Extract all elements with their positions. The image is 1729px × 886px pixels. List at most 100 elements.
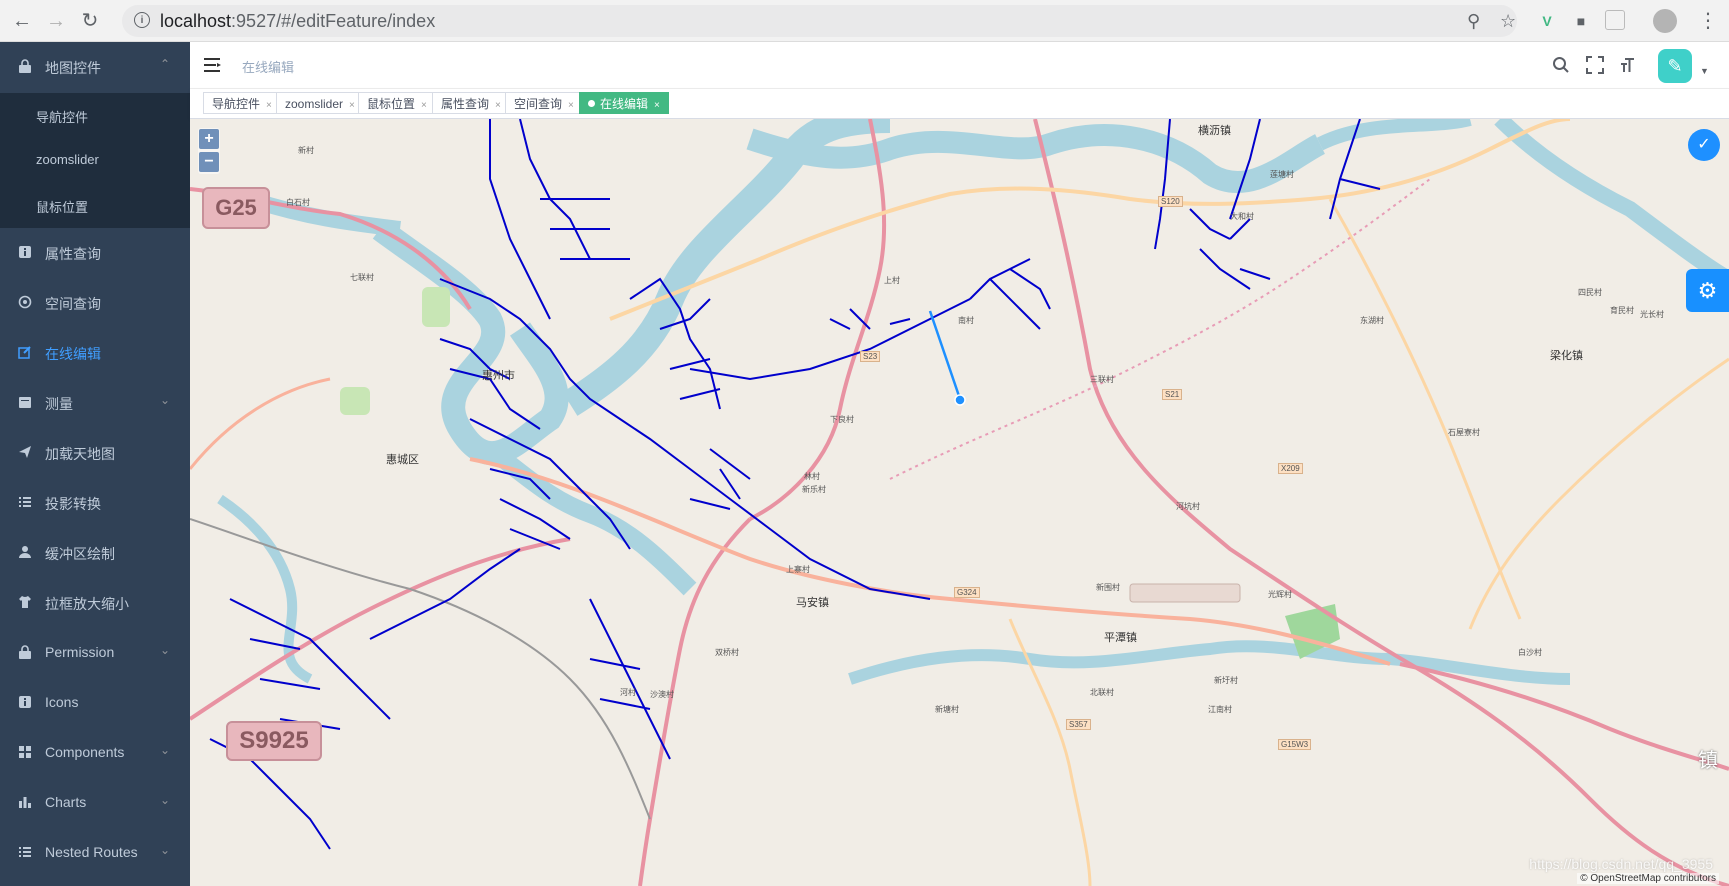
tag-zoomslider[interactable]: zoomslider × — [276, 92, 364, 114]
info-icon — [19, 246, 31, 258]
tag-attribute-query[interactable]: 属性查询 × — [432, 92, 510, 114]
user-avatar[interactable]: ✎ — [1658, 49, 1692, 83]
menu-label: Nested Routes — [45, 844, 138, 860]
close-icon[interactable]: × — [568, 100, 574, 111]
reload-icon[interactable]: ↻ — [78, 9, 102, 33]
watermark: https://blog.csdn.net/qq_3955 — [1529, 856, 1713, 872]
menu-map-controls[interactable]: 地图控件 ⌃ — [0, 42, 190, 92]
village-label: 下良村 — [830, 415, 854, 424]
close-icon[interactable]: × — [495, 100, 501, 111]
map-attribution: © OpenStreetMap contributors — [1577, 873, 1719, 884]
close-icon[interactable]: × — [266, 100, 272, 111]
tag-spatial-query[interactable]: 空间查询 × — [505, 92, 583, 114]
village-label: 上寨村 — [786, 565, 810, 574]
lock-icon — [19, 59, 31, 73]
back-arrow-icon[interactable]: ← — [10, 9, 34, 33]
menu-components[interactable]: Components ⌄ — [0, 728, 190, 778]
village-label: 河坑村 — [1176, 502, 1200, 511]
tag-mouse-position[interactable]: 鼠标位置 × — [358, 92, 436, 114]
road-label: S120 — [1158, 196, 1183, 207]
village-label: 育民村 — [1610, 306, 1634, 315]
village-label: 莲塘村 — [1270, 170, 1294, 179]
chevron-up-icon: ⌃ — [159, 57, 170, 71]
send-icon — [19, 446, 31, 458]
town-label: 马安镇 — [796, 597, 829, 609]
font-size-icon[interactable] — [1620, 56, 1638, 74]
village-label: 三联村 — [1090, 375, 1114, 384]
address-bar[interactable]: i localhost:9527/#/editFeature/index ⚲ ☆ — [122, 5, 1517, 37]
more-menu-icon[interactable]: ⋮ — [1698, 8, 1718, 33]
menu-online-edit[interactable]: 在线编辑 — [0, 328, 190, 378]
menu-label: 测量 — [45, 396, 73, 412]
road-label: S23 — [860, 351, 881, 362]
menu-measure[interactable]: 测量 ⌄ — [0, 378, 190, 428]
shirt-icon — [19, 596, 31, 608]
lock-icon — [19, 645, 31, 659]
vue-devtools-icon[interactable]: V — [1536, 10, 1558, 32]
road-label: S357 — [1066, 719, 1091, 730]
chevron-down-icon: ⌄ — [159, 643, 170, 657]
search-icon[interactable] — [1552, 56, 1570, 74]
edit-vertex[interactable] — [954, 394, 966, 406]
menu-label: 投影转换 — [45, 496, 101, 512]
caret-down-icon[interactable]: ▼ — [1700, 66, 1709, 76]
tag-online-edit[interactable]: 在线编辑 × — [579, 92, 669, 114]
target-icon — [18, 295, 32, 309]
village-label: 新围村 — [1096, 583, 1120, 592]
map-canvas[interactable]: G25 S9925 惠州市 惠城区 马安镇 平潭镇 横沥镇 梁化镇 镇 新村 白… — [190, 119, 1729, 886]
town-label: 惠城区 — [386, 454, 419, 466]
menu-buffer[interactable]: 缓冲区绘制 — [0, 528, 190, 578]
menu-load-tianditu[interactable]: 加载天地图 — [0, 428, 190, 478]
road-label: S21 — [1162, 389, 1183, 400]
chevron-down-icon: ⌄ — [159, 843, 170, 857]
close-icon[interactable]: × — [421, 100, 427, 111]
chevron-down-icon: ⌄ — [159, 793, 170, 807]
confirm-check-button[interactable]: ✓ — [1688, 129, 1720, 161]
submenu-item-zoomslider[interactable]: zoomslider — [0, 138, 190, 183]
fullscreen-icon[interactable] — [1586, 56, 1604, 74]
edit-icon — [18, 346, 31, 359]
menu-attribute-query[interactable]: 属性查询 — [0, 228, 190, 278]
village-label: 光辉村 — [1268, 590, 1292, 599]
close-icon[interactable]: × — [654, 100, 660, 111]
tag-nav-control[interactable]: 导航控件 × — [203, 92, 281, 114]
settings-gear-button[interactable]: ⚙ — [1686, 269, 1729, 312]
bookmark-star-icon[interactable]: ☆ — [1500, 11, 1516, 32]
menu-charts[interactable]: Charts ⌄ — [0, 778, 190, 828]
active-dot-icon — [588, 100, 595, 108]
menu-projection[interactable]: 投影转换 — [0, 478, 190, 528]
user-icon — [19, 546, 31, 558]
menu-icons[interactable]: Icons — [0, 678, 190, 728]
site-info-icon[interactable]: i — [134, 12, 150, 28]
village-label: 上村 — [884, 276, 900, 285]
forward-arrow-icon[interactable]: → — [44, 9, 68, 33]
menu-spatial-query[interactable]: 空间查询 — [0, 278, 190, 328]
menu-nested-routes[interactable]: Nested Routes ⌄ — [0, 828, 190, 878]
menu-label: Icons — [45, 694, 79, 710]
village-label: 河村 — [620, 688, 636, 697]
extension-icon[interactable]: ■ — [1570, 10, 1592, 32]
submenu-item-nav-control[interactable]: 导航控件 — [0, 93, 190, 138]
info-icon — [19, 696, 31, 708]
submenu-item-mouse-position[interactable]: 鼠标位置 — [0, 183, 190, 228]
hamburger-icon[interactable] — [204, 56, 222, 74]
menu-label: 属性查询 — [45, 246, 101, 262]
close-icon[interactable]: × — [349, 100, 355, 111]
zoom-in-button[interactable]: + — [199, 129, 219, 149]
list-icon — [19, 847, 31, 857]
village-label: 新圩村 — [1214, 676, 1238, 685]
zoom-control: + − — [198, 128, 220, 174]
map-base-layer — [190, 119, 1729, 886]
zoom-out-button[interactable]: − — [199, 152, 219, 172]
extension-box-icon[interactable] — [1605, 10, 1625, 30]
menu-box-zoom[interactable]: 拉框放大缩小 — [0, 578, 190, 628]
town-label: 梁化镇 — [1550, 350, 1583, 362]
village-label: 东湖村 — [1360, 316, 1384, 325]
road-label: G324 — [954, 587, 980, 598]
profile-avatar[interactable] — [1653, 9, 1677, 33]
grid-icon — [19, 746, 31, 758]
menu-permission[interactable]: Permission ⌄ — [0, 628, 190, 678]
zoom-lens-icon[interactable]: ⚲ — [1467, 11, 1480, 32]
village-label: 南村 — [958, 316, 974, 325]
chevron-down-icon: ⌄ — [159, 743, 170, 757]
